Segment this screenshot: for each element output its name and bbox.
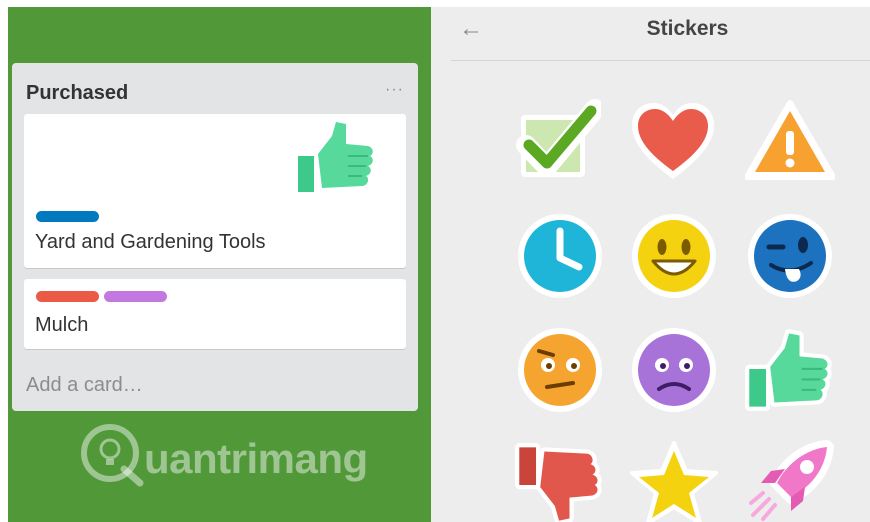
warning-icon <box>744 100 836 180</box>
card-yard-tools[interactable]: Yard and Gardening Tools <box>24 114 406 268</box>
thumbs-up-icon <box>745 329 832 411</box>
smile-face-icon <box>632 214 716 298</box>
label-red <box>36 291 99 302</box>
check-icon <box>516 99 605 177</box>
sad-face-icon <box>632 328 716 412</box>
sticker-thumbs-up[interactable] <box>743 325 833 415</box>
star-icon <box>630 441 718 522</box>
sticker-rocket[interactable] <box>745 439 835 522</box>
sticker-warning[interactable] <box>744 97 836 187</box>
panel-title: Stickers <box>646 17 729 40</box>
panel-divider <box>451 60 870 61</box>
watermark-text: uantrimang <box>144 435 368 482</box>
heart-icon <box>632 103 714 179</box>
wink-tongue-icon <box>748 214 832 298</box>
sticker-confused[interactable] <box>515 325 605 415</box>
sticker-wink[interactable] <box>745 211 835 301</box>
sticker-smile[interactable] <box>629 211 719 301</box>
list-menu-icon[interactable]: ··· <box>385 81 404 99</box>
sticker-star[interactable] <box>629 439 719 522</box>
thumbs-up-sticker-icon <box>294 118 377 196</box>
label-purple <box>104 291 167 302</box>
stickers-panel: ← Stickers <box>431 7 870 522</box>
sticker-clock[interactable] <box>515 211 605 301</box>
thumbs-down-icon <box>515 443 602 522</box>
card-title: Mulch <box>35 314 89 336</box>
sticker-heart[interactable] <box>628 97 718 187</box>
confused-face-icon <box>518 328 602 412</box>
card-title: Yard and Gardening Tools <box>35 231 266 253</box>
watermark: uantrimang <box>78 419 378 499</box>
sticker-sad[interactable] <box>629 325 719 415</box>
sticker-check[interactable] <box>511 97 605 187</box>
list-purchased: Purchased ··· Yard and Gardening Tools M… <box>12 63 418 411</box>
clock-icon <box>518 214 602 298</box>
card-mulch[interactable]: Mulch <box>24 279 406 349</box>
add-card-link[interactable]: Add a card… <box>26 374 143 397</box>
sticker-thumbs-down[interactable] <box>513 439 603 522</box>
label-blue <box>36 211 99 222</box>
rocket-icon <box>749 440 834 521</box>
watermark-logo-icon <box>81 424 144 487</box>
board-area: Purchased ··· Yard and Gardening Tools M… <box>8 7 431 522</box>
list-title: Purchased <box>26 82 129 104</box>
